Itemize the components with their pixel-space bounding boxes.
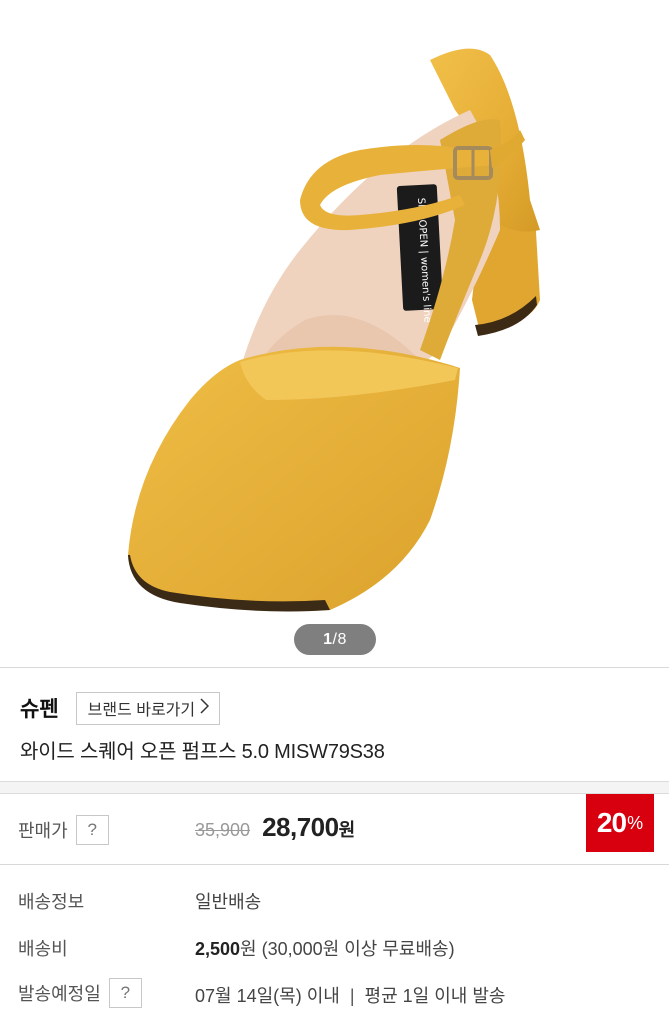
product-name: 와이드 스퀘어 오픈 펌프스 5.0 MISW79S38 <box>20 741 385 763</box>
dispatch-average: 평균 1일 이내 발송 <box>364 986 506 1006</box>
shipping-fee-value: 2,500 원 (30,000원 이상 무료배송) <box>195 935 455 961</box>
brand-shortcut-button[interactable]: 브랜드 바로가기 <box>75 691 221 725</box>
discount-badge: 20% <box>586 794 654 852</box>
section-divider <box>0 781 669 794</box>
brand-shortcut-label: 브랜드 바로가기 <box>87 702 196 719</box>
price-help-button[interactable]: ? <box>75 815 109 845</box>
shipping-fee-unit: 원 <box>240 939 257 959</box>
original-price: 35,900 <box>195 820 251 840</box>
shipping-fee-label: 배송비 <box>18 939 68 959</box>
chevron-right-icon <box>200 697 210 719</box>
dispatch-label-group: 발송예정일 ? <box>18 978 142 1008</box>
image-counter: 1/8 <box>294 624 376 655</box>
divider <box>0 864 669 865</box>
discount-rate: 20 <box>596 807 627 838</box>
dispatch-help-button[interactable]: ? <box>108 978 142 1008</box>
dispatch-label: 발송예정일 <box>18 984 101 1004</box>
brand-row: 슈펜 브랜드 바로가기 <box>20 690 221 726</box>
dispatch-date: 07월 14일(목) 이내 <box>195 986 340 1006</box>
dispatch-separator: | <box>349 986 355 1006</box>
product-image: SHOOPEN | women's line <box>128 48 540 612</box>
shipping-fee-note: (30,000원 이상 무료배송) <box>256 939 455 959</box>
shipping-info-value: 일반배송 <box>195 892 262 912</box>
price-label: 판매가 <box>18 821 68 841</box>
discount-unit: % <box>627 812 644 833</box>
dispatch-value: 07월 14일(목) 이내 | 평균 1일 이내 발송 <box>195 982 505 1008</box>
shipping-info-label: 배송정보 <box>18 892 85 912</box>
sale-price: 28,700 <box>262 812 339 842</box>
price-value: 35,900 28,700 원 <box>195 812 355 843</box>
divider <box>0 667 669 668</box>
shipping-fee-amount: 2,500 <box>195 939 241 959</box>
brand-name: 슈펜 <box>20 698 59 721</box>
price-label-group: 판매가 ? <box>18 815 109 845</box>
image-counter-current: 1 <box>323 630 333 648</box>
product-image-gallery[interactable]: SHOOPEN | women's line 1/8 <box>0 0 669 668</box>
sale-price-unit: 원 <box>338 820 356 840</box>
image-counter-total: /8 <box>332 630 347 648</box>
